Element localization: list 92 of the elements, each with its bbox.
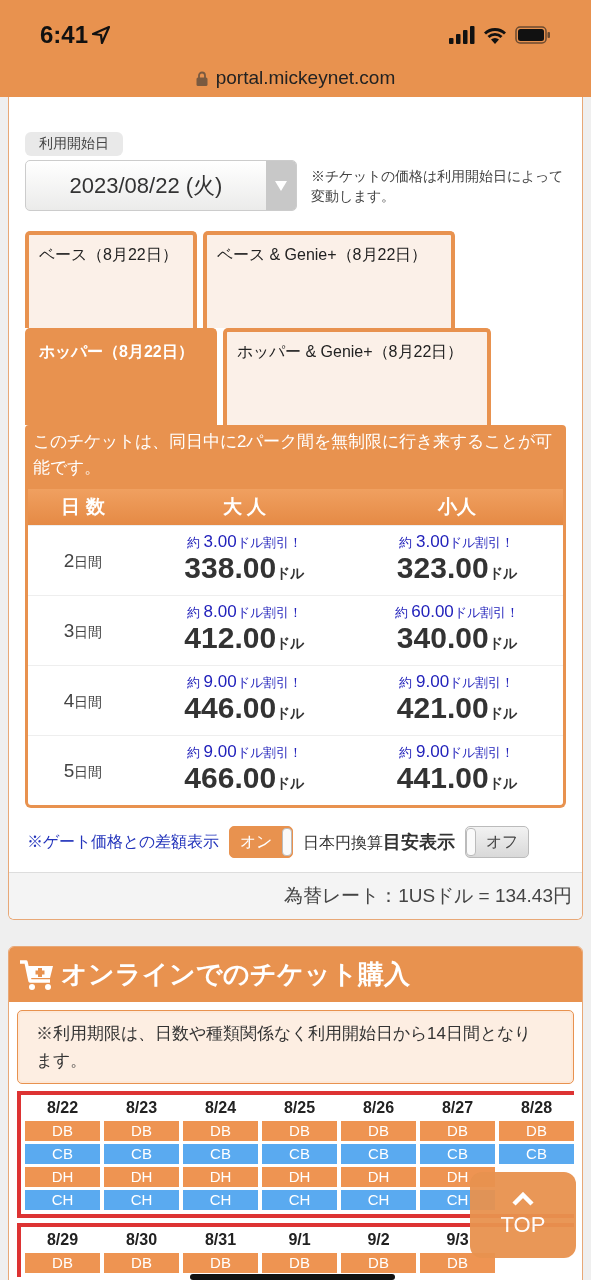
date-label: 8/31 bbox=[203, 1230, 238, 1250]
availability-cell[interactable]: CB bbox=[341, 1144, 416, 1164]
field-label: 利用開始日 bbox=[25, 132, 123, 156]
availability-cell[interactable]: DB bbox=[104, 1121, 179, 1141]
availability-cell[interactable]: DH bbox=[341, 1167, 416, 1187]
date-label: 8/27 bbox=[440, 1098, 475, 1118]
availability-cell[interactable]: DB bbox=[25, 1121, 100, 1141]
availability-cell[interactable]: DB bbox=[183, 1253, 258, 1273]
url-text[interactable]: portal.mickeynet.com bbox=[215, 67, 396, 89]
ticket-tab[interactable]: ベース（8月22日） bbox=[25, 231, 197, 328]
availability-cell[interactable]: DB bbox=[262, 1253, 337, 1273]
days-cell-text: 5日間 bbox=[62, 759, 104, 782]
availability-cell[interactable]: CB bbox=[262, 1144, 337, 1164]
price-note: ※チケットの価格は利用開始日によって変動します。 bbox=[311, 166, 564, 206]
discount-text: 約 3.00ドル割引！ bbox=[399, 532, 515, 552]
wifi-icon bbox=[483, 26, 507, 44]
dropdown-caret-icon bbox=[275, 180, 287, 191]
availability-cell[interactable]: DH bbox=[25, 1167, 100, 1187]
availability-cell[interactable]: DB bbox=[183, 1121, 258, 1141]
date-label: 8/23 bbox=[124, 1098, 159, 1118]
ticket-tab[interactable]: ホッパー & Genie+（8月22日） bbox=[223, 328, 491, 425]
availability-cell[interactable]: CB bbox=[499, 1144, 574, 1164]
exchange-rate: 為替レート：1USドル = 134.43円 bbox=[9, 872, 582, 919]
discount-text: 約 9.00ドル割引！ bbox=[399, 742, 515, 762]
discount-text: 約 9.00ドル割引！ bbox=[399, 672, 515, 692]
availability-cell[interactable]: CB bbox=[183, 1144, 258, 1164]
date-select[interactable]: 2023/08/22 (火) bbox=[25, 160, 297, 211]
discount-text: 約 9.00 ドル割引！ bbox=[186, 742, 302, 762]
price-text: 340.00 ドル bbox=[396, 622, 517, 656]
discount-text: 約 9.00 ドル割引！ bbox=[186, 672, 302, 692]
days-cell-text: 3日間 bbox=[62, 619, 104, 642]
availability-cell[interactable]: CB bbox=[25, 1144, 100, 1164]
availability-cell[interactable]: CB bbox=[104, 1144, 179, 1164]
days-cell-text: 4日間 bbox=[62, 689, 104, 712]
battery-icon bbox=[515, 26, 551, 44]
date-label: 8/22 bbox=[45, 1098, 80, 1118]
lock-icon bbox=[195, 70, 208, 86]
signal-icon bbox=[449, 26, 475, 44]
date-label: 8/29 bbox=[45, 1230, 80, 1250]
toggle-switch[interactable]: オン bbox=[229, 826, 293, 858]
ticket-tab[interactable]: ベース & Genie+（8月22日） bbox=[203, 231, 455, 328]
availability-cell[interactable]: DB bbox=[341, 1121, 416, 1141]
availability-cell[interactable]: CH bbox=[341, 1190, 416, 1210]
availability-cell[interactable]: DH bbox=[262, 1167, 337, 1187]
availability-cell[interactable]: DB bbox=[499, 1121, 574, 1141]
availability-cell[interactable]: DB bbox=[104, 1253, 179, 1273]
discount-text: 約 8.00 ドル割引！ bbox=[186, 602, 302, 622]
cart-plus-icon bbox=[19, 958, 55, 991]
date-label: 9/2 bbox=[366, 1230, 391, 1250]
toggle-label: 日本円換算目安表示 bbox=[303, 831, 455, 854]
date-label: 9/1 bbox=[287, 1230, 312, 1250]
section-title: オンラインでのチケット購入 bbox=[61, 958, 410, 991]
availability-cell[interactable]: DB bbox=[25, 1253, 100, 1273]
toggle-switch[interactable]: オフ bbox=[465, 826, 529, 858]
validity-notice: ※利用期限は、日数や種類関係なく利用開始日から14日間となります。 bbox=[17, 1010, 574, 1084]
price-text: 446.00 ドル bbox=[184, 692, 305, 726]
date-label: 8/24 bbox=[203, 1098, 238, 1118]
back-to-top-button[interactable]: TOP bbox=[470, 1172, 576, 1258]
column-header: 大 人 bbox=[221, 495, 267, 519]
chevron-up-icon bbox=[512, 1192, 534, 1206]
availability-cell[interactable]: DB bbox=[420, 1121, 495, 1141]
date-label: 8/26 bbox=[361, 1098, 396, 1118]
column-header: 日 数 bbox=[60, 495, 106, 519]
status-time: 6:41 bbox=[40, 21, 89, 49]
price-text: 421.00 ドル bbox=[396, 692, 517, 726]
availability-cell[interactable]: DH bbox=[104, 1167, 179, 1187]
ticket-description: このチケットは、同日中に2パーク間を無制限に行き来することが可能です。 bbox=[25, 425, 566, 489]
price-text: 323.00 ドル bbox=[396, 552, 517, 586]
availability-cell[interactable]: DB bbox=[341, 1253, 416, 1273]
discount-text: 約 60.00 ドル割引！ bbox=[394, 602, 519, 622]
availability-cell[interactable]: CH bbox=[25, 1190, 100, 1210]
date-label: 8/28 bbox=[519, 1098, 554, 1118]
availability-cell[interactable]: DB bbox=[262, 1121, 337, 1141]
date-label: 8/25 bbox=[282, 1098, 317, 1118]
availability-cell[interactable]: DB bbox=[420, 1253, 495, 1273]
availability-cell[interactable]: DH bbox=[183, 1167, 258, 1187]
toggle-link[interactable]: ※ゲート価格との差額表示 bbox=[27, 831, 219, 853]
column-header: 小人 bbox=[436, 495, 477, 519]
discount-text: 約 3.00 ドル割引！ bbox=[186, 532, 302, 552]
price-text: 466.00 ドル bbox=[184, 762, 305, 796]
availability-cell[interactable]: CH bbox=[183, 1190, 258, 1210]
availability-cell[interactable]: CB bbox=[420, 1144, 495, 1164]
availability-cell[interactable]: CH bbox=[262, 1190, 337, 1210]
availability-cell[interactable]: CH bbox=[104, 1190, 179, 1210]
date-label: 9/3 bbox=[445, 1230, 470, 1250]
location-arrow-icon bbox=[92, 26, 111, 44]
price-text: 338.00 ドル bbox=[184, 552, 305, 586]
price-text: 441.00 ドル bbox=[396, 762, 517, 796]
price-text: 412.00 ドル bbox=[184, 622, 305, 656]
ticket-tab[interactable]: ホッパー（8月22日） bbox=[25, 328, 217, 425]
date-label: 8/30 bbox=[124, 1230, 159, 1250]
days-cell-text: 2日間 bbox=[62, 549, 104, 572]
